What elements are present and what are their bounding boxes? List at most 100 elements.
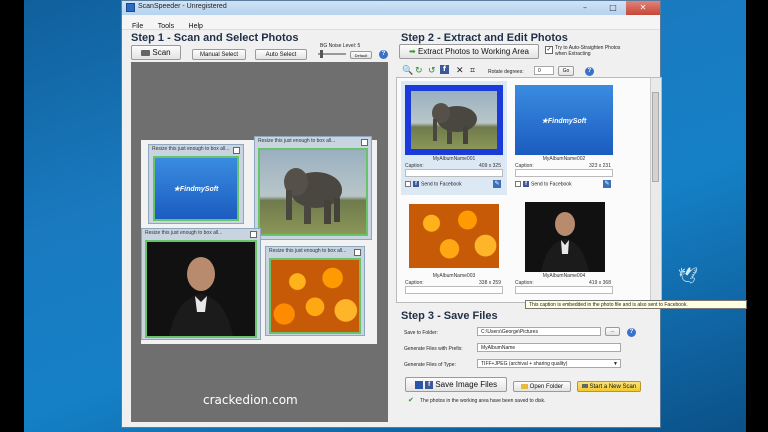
step1-title: Step 1 - Scan and Select Photos (131, 32, 299, 44)
help-icon[interactable]: ? (379, 50, 388, 59)
photo-card[interactable]: MyAlbumName003 Caption: 338 x 259 (401, 198, 507, 302)
caption-input[interactable] (515, 286, 613, 294)
step2-title: Step 2 - Extract and Edit Photos (401, 32, 568, 44)
photo-logo-image: ★FindmySoft (153, 156, 239, 221)
scan-button[interactable]: Scan (131, 45, 181, 60)
bird-icon: 🕊 (678, 266, 699, 285)
photo-card[interactable]: ★FindmySoft MyAlbumName002 Caption: 323 … (511, 81, 617, 195)
right-letterbox (746, 0, 768, 432)
file-type-select[interactable]: TIFF+JPEG (archival + sharing quality) ▼ (477, 359, 621, 368)
panel-toggle[interactable] (233, 147, 240, 154)
elephant-image (258, 148, 368, 236)
caption-input[interactable] (405, 169, 503, 177)
resize-hint: Resize this just enough to box all... (258, 138, 336, 144)
manual-select-button[interactable]: Manual Select (192, 49, 246, 60)
rotate-right-icon[interactable]: ↻ (415, 66, 423, 76)
slider-thumb[interactable] (320, 50, 323, 58)
extract-photos-button[interactable]: ➡ Extract Photos to Working Area (399, 44, 539, 59)
save-image-files-label: Save Image Files (435, 380, 498, 389)
zoom-icon[interactable]: 🔍 (402, 66, 413, 76)
crop-icon[interactable]: ⌗ (470, 66, 475, 76)
photo-card[interactable]: MyAlbumName001 Caption: 409 x 325 f Send … (401, 81, 507, 195)
panel-toggle[interactable] (361, 139, 368, 146)
auto-straighten-checkbox[interactable]: ✓ (545, 46, 553, 54)
caption-tooltip: This caption is embedded in the photo fi… (525, 300, 747, 309)
step3-title: Step 3 - Save Files (401, 310, 498, 322)
scan-photo-elephant[interactable]: Resize this just enough to box all... (254, 136, 372, 240)
prefix-label: Generate Files with Prefix: (404, 346, 463, 352)
new-scan-button[interactable]: Start a New Scan (577, 381, 641, 392)
file-type-label: Generate Files of Type: (404, 362, 456, 368)
man-thumbnail (525, 202, 605, 272)
flowers-thumbnail (409, 204, 499, 268)
photo-name: MyAlbumName003 (432, 273, 476, 279)
close-button[interactable]: ✕ (626, 1, 660, 15)
edit-icon[interactable]: ✎ (603, 180, 611, 188)
scan-label: Scan (152, 48, 171, 57)
man-thumb-graphic (541, 212, 589, 272)
send-to-facebook[interactable]: f Send to Facebook (515, 181, 572, 187)
browse-button[interactable]: ... (605, 327, 620, 336)
resize-hint: Resize this just enough to box all... (145, 230, 223, 236)
photo-card[interactable]: MyAlbumName004 Caption: 419 x 368 (511, 198, 617, 302)
elephant-thumbnail (405, 85, 503, 155)
auto-straighten-label: Try to Auto-Straighten Photos when Extra… (555, 45, 621, 57)
panel-toggle[interactable] (250, 231, 257, 238)
file-type-value: TIFF+JPEG (archival + sharing quality) (481, 361, 568, 367)
extract-label: Extract Photos to Working Area (417, 47, 529, 56)
default-button[interactable]: Default (350, 51, 372, 59)
maximize-button[interactable]: □ (600, 1, 626, 15)
send-to-facebook-checkbox[interactable] (405, 181, 411, 187)
facebook-icon: f (413, 181, 419, 187)
man-image (145, 240, 257, 338)
send-to-facebook[interactable]: f Send to Facebook (405, 181, 462, 187)
left-letterbox (0, 0, 24, 432)
prefix-input[interactable]: MyAlbumName (477, 343, 621, 352)
open-folder-button[interactable]: Open Folder (513, 381, 571, 392)
save-folder-label: Save to Folder: (404, 330, 438, 336)
title-bar: ScanSpeeder - Unregistered – □ ✕ (122, 1, 660, 15)
scanner-icon (581, 384, 588, 389)
working-area-scrollbar[interactable] (650, 78, 661, 302)
logo-thumbnail: ★FindmySoft (515, 85, 613, 155)
caption-input[interactable] (405, 286, 503, 294)
chevron-down-icon: ▼ (613, 361, 618, 367)
resize-hint: Resize this just enough to box all... (269, 248, 347, 254)
save-image-files-button[interactable]: f Save Image Files (405, 377, 507, 392)
panel-toggle[interactable] (354, 249, 361, 256)
help-icon[interactable]: ? (627, 328, 636, 337)
minimize-button[interactable]: – (572, 1, 598, 15)
checkmark-icon: ✔ (408, 396, 414, 404)
go-button[interactable]: Go (558, 66, 574, 76)
save-folder-input[interactable]: C:\Users\George\Pictures (477, 327, 601, 336)
bg-noise-slider[interactable] (318, 50, 346, 58)
scrollbar-thumb[interactable] (652, 92, 659, 182)
rotate-left-icon[interactable]: ↺ (428, 66, 436, 76)
scanner-icon (141, 49, 151, 56)
facebook-icon: f (425, 380, 434, 389)
save-icon (414, 380, 423, 389)
scan-photo-man[interactable]: Resize this just enough to box all... (141, 228, 261, 340)
auto-select-button[interactable]: Auto Select (255, 49, 307, 60)
window-title: ScanSpeeder - Unregistered (138, 3, 227, 10)
photo-name: MyAlbumName001 (432, 156, 476, 162)
resize-hint: Resize this just enough to box all... (152, 146, 230, 152)
caption-input[interactable] (515, 169, 613, 177)
send-to-facebook-label: Send to Facebook (531, 181, 572, 188)
new-scan-label: Start a New Scan (589, 384, 637, 390)
delete-icon[interactable]: ✕ (456, 66, 464, 76)
facebook-icon[interactable]: f (440, 65, 449, 74)
help-icon[interactable]: ? (585, 67, 594, 76)
send-to-facebook-checkbox[interactable] (515, 181, 521, 187)
app-icon (126, 3, 135, 12)
open-folder-label: Open Folder (529, 384, 564, 390)
elephant-thumb-graphic (432, 103, 477, 144)
menu-bar: File Tools Help (122, 15, 660, 30)
scan-photo-flowers[interactable]: Resize this just enough to box all... (265, 246, 365, 336)
scan-photo-logo[interactable]: Resize this just enough to box all... ★F… (148, 144, 244, 224)
photo-name: MyAlbumName004 (542, 273, 586, 279)
edit-icon[interactable]: ✎ (493, 180, 501, 188)
working-area-panel: MyAlbumName001 Caption: 409 x 325 f Send … (396, 77, 662, 303)
rotate-degrees-input[interactable]: 0 (534, 66, 554, 75)
folder-icon (520, 383, 528, 389)
